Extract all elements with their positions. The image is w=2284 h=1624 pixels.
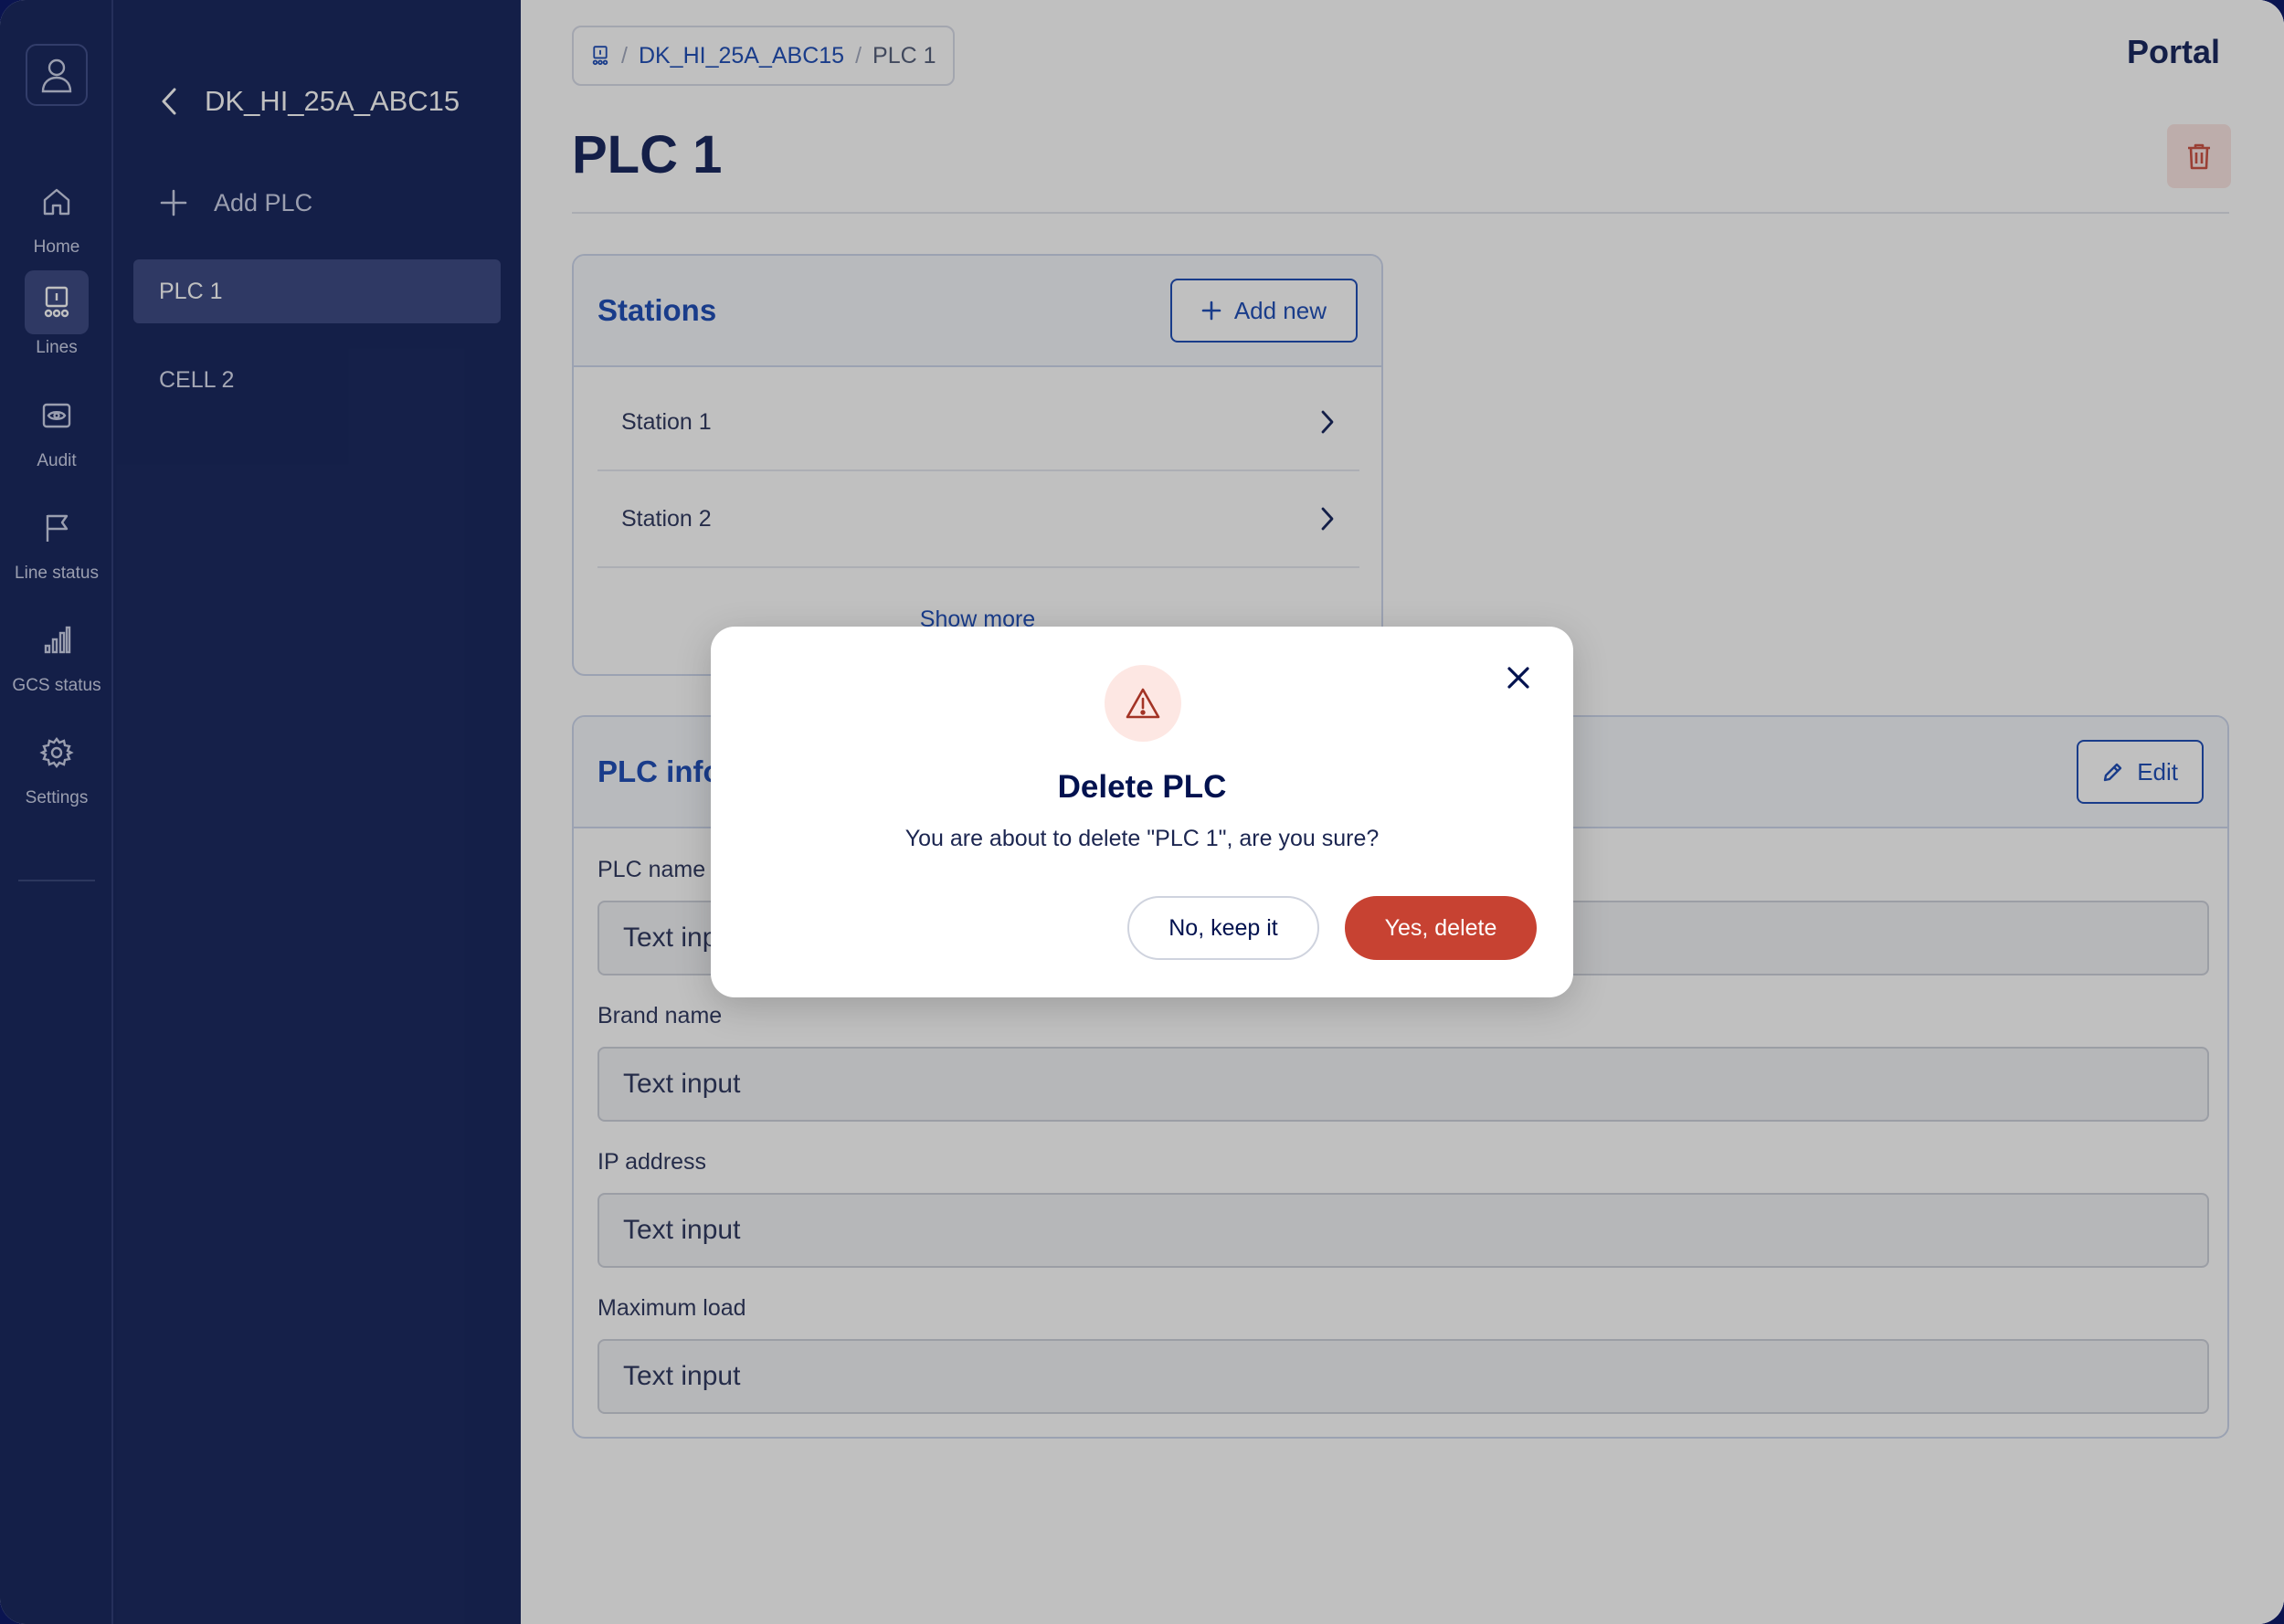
- warning-icon: [1126, 688, 1160, 719]
- app-window: Home Lines Audit Line status GCS status …: [0, 0, 2284, 1624]
- dialog-title: Delete PLC: [1057, 769, 1227, 805]
- confirm-delete-button[interactable]: Yes, delete: [1345, 896, 1537, 960]
- warning-badge: [1105, 665, 1181, 742]
- delete-plc-dialog: Delete PLC You are about to delete "PLC …: [711, 627, 1573, 997]
- dialog-message: You are about to delete "PLC 1", are you…: [904, 826, 1380, 851]
- close-dialog-button[interactable]: [1500, 659, 1537, 696]
- close-icon: [1507, 667, 1529, 689]
- cancel-button[interactable]: No, keep it: [1127, 896, 1319, 960]
